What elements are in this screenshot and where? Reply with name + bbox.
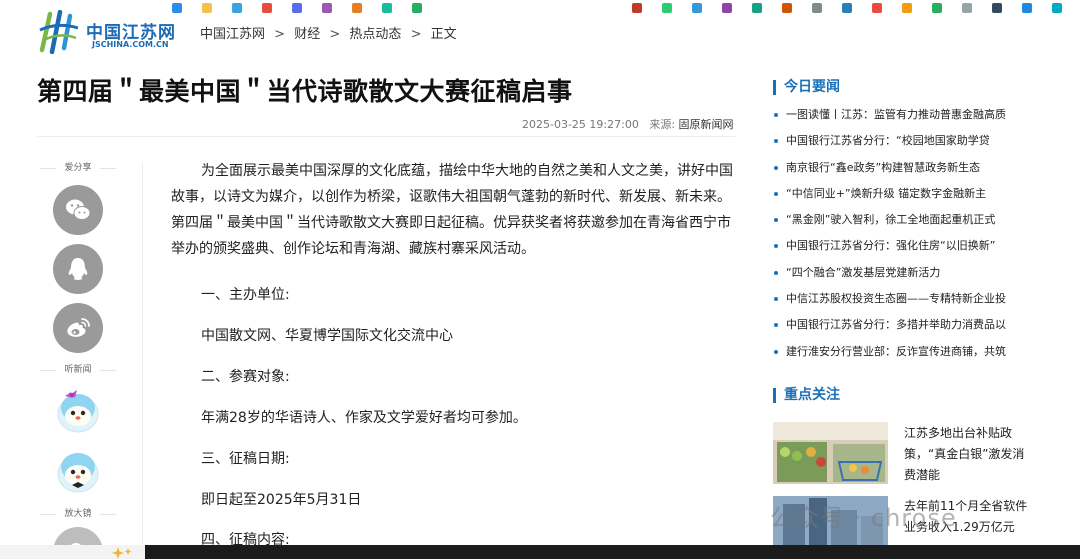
list-item[interactable]: 中国银行江苏省分行：强化住房“以旧换新”: [773, 238, 1023, 264]
supermarket-thumbnail[interactable]: [773, 422, 888, 484]
focus-news-title: 重点关注: [773, 388, 840, 403]
article-meta: 2025-03-25 19:27:00 来源: 固原新闻网: [522, 116, 734, 132]
list-item[interactable]: 中信江苏股权投资生态圈——专精特新企业投: [773, 291, 1023, 317]
tray-icon[interactable]: [1052, 3, 1062, 13]
taskbar-app-icon[interactable]: [262, 3, 272, 13]
logo-mark-icon: [39, 10, 79, 54]
tray-icon[interactable]: [872, 3, 882, 13]
list-item[interactable]: “黑金刚”驶入智利，徐工全地面起重机正式: [773, 212, 1023, 238]
breadcrumb-hot-news[interactable]: 热点动态: [349, 27, 401, 42]
list-item[interactable]: “四个融合”激发基层党建新活力: [773, 265, 1023, 291]
today-news-list: 一图读懂丨江苏：监管有力推动普惠金融高质 中国银行江苏省分行：“校园地国家助学贷…: [773, 107, 1023, 370]
tray-icon[interactable]: [782, 3, 792, 13]
sparkle-icon[interactable]: [110, 546, 134, 559]
breadcrumb-home[interactable]: 中国江苏网: [200, 27, 265, 42]
tray-icon[interactable]: [842, 3, 852, 13]
breadcrumb-separator: >: [274, 27, 286, 42]
taskbar-app-icon[interactable]: [232, 3, 242, 13]
taskbar-app-icon[interactable]: [292, 3, 302, 13]
site-logo[interactable]: 中国江苏网 JSCHINA.COM.CN: [38, 8, 178, 58]
list-item[interactable]: 中国银行江苏省分行：“校园地国家助学贷: [773, 133, 1023, 159]
title-divider: [37, 136, 735, 137]
magnifier-label: 放大镜: [40, 506, 116, 522]
tray-icon[interactable]: [932, 3, 942, 13]
os-taskbar: [0, 545, 1080, 559]
tray-icon[interactable]: [902, 3, 912, 13]
listen-news-girl-avatar-icon[interactable]: [51, 384, 105, 438]
weibo-share-button[interactable]: [53, 303, 103, 353]
list-item[interactable]: 一图读懂丨江苏：监管有力推动普惠金融高质: [773, 107, 1023, 133]
tray-icon[interactable]: [752, 3, 762, 13]
taskbar-app-icon[interactable]: [322, 3, 332, 13]
dates-text: 即日起至2025年5月31日: [201, 492, 362, 508]
tray-icon[interactable]: [812, 3, 822, 13]
article-intro-paragraph: 为全面展示最美中国深厚的文化底蕴，描绘中华大地的自然之美和人文之美，讲好中国故事…: [171, 163, 733, 257]
section-heading-organizer: 一、主办单位:: [201, 287, 290, 303]
breadcrumb-current: 正文: [430, 27, 457, 42]
share-column-divider: [142, 162, 143, 547]
weibo-icon: [67, 318, 90, 337]
breadcrumb-separator: >: [329, 27, 341, 42]
qq-share-button[interactable]: [53, 244, 103, 294]
section-heading-participants: 二、参赛对象:: [201, 369, 290, 385]
tray-icon[interactable]: [992, 3, 1002, 13]
logo-text-en: JSCHINA.COM.CN: [92, 40, 169, 49]
tray-icon[interactable]: [962, 3, 972, 13]
breadcrumb-separator: >: [410, 27, 422, 42]
breadcrumb: 中国江苏网 > 财经 > 热点动态 > 正文: [200, 23, 457, 42]
article-source[interactable]: 固原新闻网: [679, 118, 734, 131]
article-title: 第四届＂最美中国＂当代诗歌散文大赛征稿启事: [37, 77, 573, 106]
taskbar-wechat-icon[interactable]: [412, 3, 422, 13]
share-label: 爱分享: [40, 160, 116, 176]
section-heading-dates: 三、征稿日期:: [201, 451, 290, 467]
list-item[interactable]: 建行淮安分行营业部：反诈宣传进商铺，共筑: [773, 344, 1023, 370]
breadcrumb-finance[interactable]: 财经: [294, 27, 320, 42]
tray-icon[interactable]: [632, 3, 642, 13]
share-column: 爱分享 听新闻 放大镜: [40, 160, 116, 559]
taskbar-app-icon[interactable]: [382, 3, 392, 13]
taskbar-browser-icon[interactable]: [172, 3, 182, 13]
participants-text: 年满28岁的华语诗人、作家及文学爱好者均可参加。: [201, 410, 527, 426]
tray-icon[interactable]: [1022, 3, 1032, 13]
taskbar-folder-icon[interactable]: [202, 3, 212, 13]
list-item[interactable]: 南京银行“鑫e政务”构建智慧政务新生态: [773, 160, 1023, 186]
taskbar-app-icon[interactable]: [352, 3, 362, 13]
article-source-label: 来源:: [649, 118, 676, 131]
tray-icon[interactable]: [662, 3, 672, 13]
focus-item-title[interactable]: 江苏多地出台补贴政策，“真金白银”激发消费潜能: [904, 423, 1029, 486]
qq-icon: [68, 258, 88, 280]
list-item[interactable]: 中国银行江苏省分行：多措并举助力消费品以: [773, 317, 1023, 343]
today-news-title: 今日要闻: [773, 80, 840, 95]
wechat-share-button[interactable]: [53, 185, 103, 235]
wechat-icon: [66, 199, 91, 220]
tray-icon[interactable]: [692, 3, 702, 13]
listen-news-label: 听新闻: [40, 362, 116, 378]
article-datetime: 2025-03-25 19:27:00: [522, 118, 639, 131]
watermark: 公众号 · chrose: [770, 504, 957, 532]
organizer-text: 中国散文网、华夏博学国际文化交流中心: [201, 328, 453, 344]
tray-icon[interactable]: [722, 3, 732, 13]
listen-news-boy-avatar-icon[interactable]: [51, 444, 105, 498]
list-item[interactable]: “中信同业+”焕新升级 锚定数字金融新主: [773, 186, 1023, 212]
